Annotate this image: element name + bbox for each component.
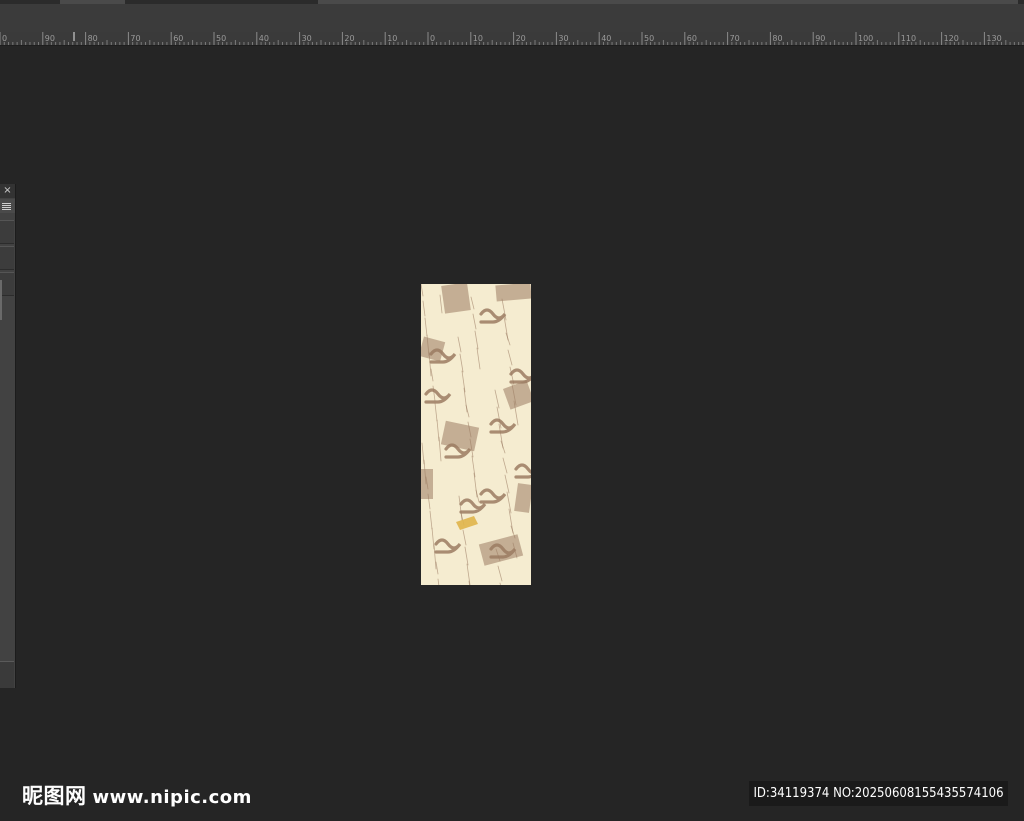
close-icon[interactable]: × <box>0 184 15 198</box>
accent-mark <box>456 516 478 530</box>
ruler-label: 120 <box>944 34 959 43</box>
panel-menu-icon[interactable] <box>0 199 15 213</box>
ruler-label: 50 <box>644 34 654 43</box>
ruler-label: 10 <box>387 34 397 43</box>
scratch-stroke <box>497 565 503 582</box>
scratch-stroke <box>472 313 477 330</box>
collapsed-panel: × <box>0 184 16 688</box>
scratch-stroke <box>504 474 510 494</box>
scratch-stroke <box>457 336 462 353</box>
scratch-stroke <box>494 389 500 409</box>
wave-motif <box>424 388 452 404</box>
scratch-stroke <box>461 370 466 393</box>
brush-block <box>421 336 446 362</box>
ruler-label: 40 <box>601 34 611 43</box>
ruler-label: 100 <box>858 34 873 43</box>
ruler-label: 60 <box>173 34 183 43</box>
ruler-label: 50 <box>216 34 226 43</box>
image-id-badge: ID:34119374 NO:20250608155435574106 <box>749 781 1008 806</box>
wave-motif <box>479 488 507 504</box>
panel-row[interactable] <box>0 220 14 244</box>
horizontal-ruler[interactable]: 0 90 80 70 60 50 40 30 20 10 0 10 20 30 40 50 60 70 80 90 10… <box>0 32 1024 46</box>
scratch-stroke <box>475 489 480 503</box>
scratch-stroke <box>468 580 470 585</box>
wave-motif <box>514 463 531 479</box>
ruler-label: 110 <box>901 34 916 43</box>
ruler-label: 80 <box>88 34 98 43</box>
scratch-stroke <box>422 300 426 317</box>
ruler-label: 70 <box>130 34 140 43</box>
ruler-label: 130 <box>986 34 1001 43</box>
ruler-label: 80 <box>772 34 782 43</box>
ruler-label: 0 <box>430 34 435 43</box>
ruler-label: 70 <box>730 34 740 43</box>
panel-row[interactable] <box>0 246 14 270</box>
ruler-label: 10 <box>473 34 483 43</box>
scratch-stroke <box>437 578 440 585</box>
brush-block <box>514 483 531 513</box>
scratch-stroke <box>459 353 464 373</box>
site-logo: 昵图网 www.nipic.com <box>22 780 252 810</box>
panel-footer <box>0 661 14 688</box>
app-toolbar <box>0 0 1024 32</box>
scratch-stroke <box>464 546 469 566</box>
scratch-stroke <box>432 385 436 402</box>
ruler-label: 60 <box>687 34 697 43</box>
scratch-stroke <box>507 349 513 366</box>
panel-row[interactable] <box>0 272 14 296</box>
scratch-stroke <box>424 317 428 337</box>
scratch-stroke <box>466 563 471 585</box>
scratch-stroke <box>500 440 506 454</box>
ruler-label: 40 <box>259 34 269 43</box>
scratch-stroke <box>465 404 470 418</box>
ruler-label: 20 <box>516 34 526 43</box>
scratch-stroke <box>429 510 433 530</box>
scratch-stroke <box>421 284 424 297</box>
scratch-stroke <box>471 455 476 478</box>
site-url: www.nipic.com <box>92 787 252 808</box>
scratch-stroke <box>505 332 511 346</box>
ruler-label: 30 <box>558 34 568 43</box>
ruler-label: 30 <box>302 34 312 43</box>
scratch-stroke <box>434 402 438 422</box>
options-bar-edge <box>318 0 1018 4</box>
ruler-label: 20 <box>344 34 354 43</box>
scratch-stroke <box>438 436 442 462</box>
scratch-stroke <box>433 544 437 570</box>
scratch-stroke <box>502 457 508 474</box>
scratch-stroke <box>470 296 475 310</box>
brush-block <box>495 284 531 302</box>
pattern-artwork <box>421 284 531 585</box>
site-name: 昵图网 <box>22 784 87 808</box>
scratch-stroke <box>439 294 443 314</box>
ruler-ticks: 0 90 80 70 60 50 40 30 20 10 0 10 20 30 40 50 60 70 80 90 10… <box>0 32 1024 45</box>
brush-block <box>502 380 531 410</box>
scratch-stroke <box>476 347 481 370</box>
wave-motif <box>434 538 462 554</box>
brush-block <box>441 284 471 314</box>
brush-block <box>478 534 524 566</box>
ruler-label: 0 <box>2 34 7 43</box>
document-tab[interactable] <box>60 0 125 4</box>
ruler-label: 90 <box>45 34 55 43</box>
wave-motif <box>479 308 507 324</box>
wave-motif <box>489 418 517 434</box>
scratch-stroke <box>499 582 501 585</box>
panel-scrollbar[interactable] <box>0 280 2 320</box>
document-canvas[interactable] <box>421 284 531 585</box>
ruler-label: 90 <box>815 34 825 43</box>
scratch-stroke <box>462 529 467 546</box>
scratch-stroke <box>474 330 479 350</box>
wave-motif <box>509 368 531 384</box>
